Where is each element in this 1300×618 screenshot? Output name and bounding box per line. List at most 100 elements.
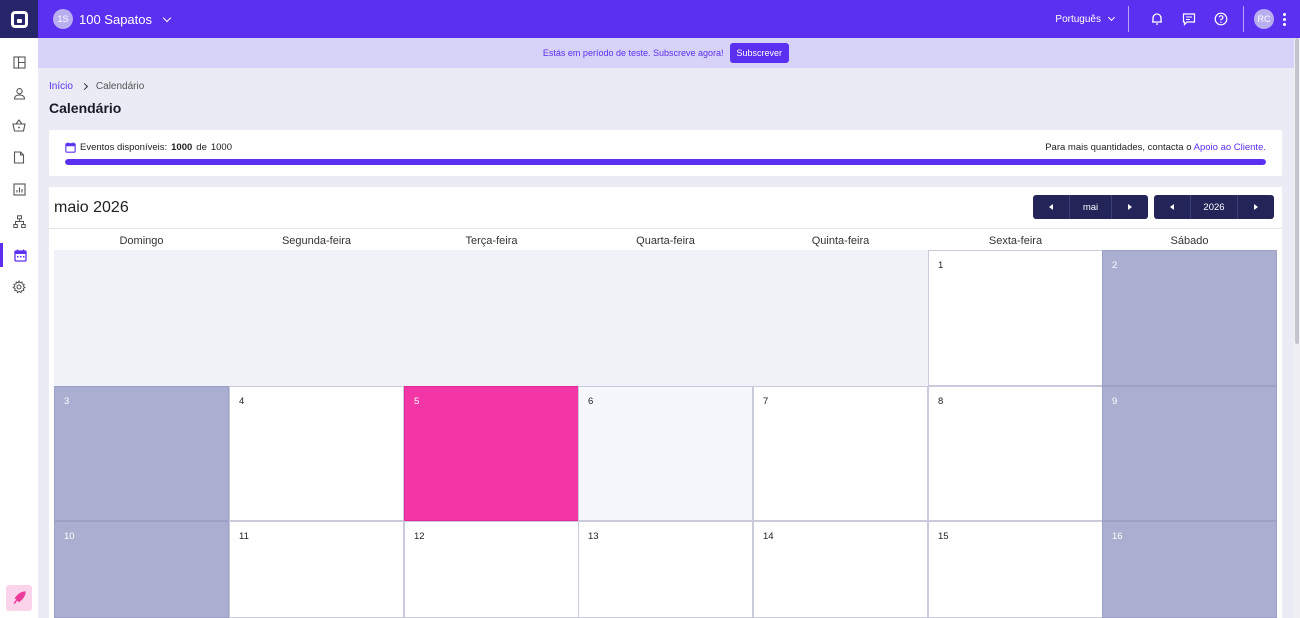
dashboard-icon: [12, 55, 26, 69]
day-number: 4: [239, 396, 245, 407]
scrollbar-thumb[interactable]: [1295, 38, 1299, 344]
store-name: 100 Sapatos: [79, 11, 153, 27]
day-number: 10: [64, 531, 75, 542]
previous-year-button[interactable]: [1154, 195, 1190, 219]
day-number: 13: [588, 531, 599, 542]
sidebar-item-settings[interactable]: [0, 275, 38, 299]
chevron-down-icon: [1107, 13, 1116, 22]
calendar-day-cell[interactable]: 13: [578, 521, 753, 618]
customer-support-link[interactable]: Apoio ao Cliente.: [1194, 142, 1266, 153]
day-number: 5: [414, 396, 420, 407]
next-year-button[interactable]: [1238, 195, 1274, 219]
events-progress-fill: [65, 159, 1266, 165]
events-label: Eventos disponíveis:: [80, 142, 168, 153]
weekday-header: Terça-feira: [465, 235, 518, 247]
calendar-day-cell[interactable]: 3: [54, 386, 229, 521]
rocket-icon[interactable]: [6, 585, 32, 611]
sidebar-item-reports[interactable]: [0, 177, 38, 201]
basket-icon: [12, 118, 26, 132]
day-number: 12: [414, 531, 425, 542]
weekday-header: Quarta-feira: [636, 235, 695, 247]
app-logo[interactable]: [0, 0, 38, 38]
weekday-header: Sábado: [1170, 235, 1209, 247]
weekday-header: Quinta-feira: [811, 235, 870, 247]
divider: [1128, 6, 1129, 32]
previous-month-button[interactable]: [1033, 195, 1069, 219]
bell-icon[interactable]: [1149, 11, 1165, 27]
events-progress-bar: [65, 159, 1266, 165]
day-number: 16: [1112, 531, 1123, 542]
breadcrumb-current: Calendário: [95, 81, 145, 92]
sidebar-item-orders[interactable]: [0, 113, 38, 137]
calendar-day-cell[interactable]: 11: [229, 521, 404, 618]
calendar-day-cell[interactable]: 6: [578, 386, 753, 521]
day-number: 7: [763, 396, 769, 407]
day-number: 6: [588, 396, 594, 407]
day-number: 11: [239, 531, 249, 542]
day-number: 2: [1112, 260, 1118, 271]
caret-right-icon: [1254, 204, 1258, 210]
help-icon[interactable]: [1213, 11, 1229, 27]
calendar-day-cell[interactable]: 1: [928, 250, 1103, 386]
calendar-day-cell[interactable]: 2: [1102, 250, 1277, 386]
calendar-day-cell[interactable]: 5: [404, 386, 579, 521]
weekday-header: Segunda-feira: [281, 235, 352, 247]
events-used: 1000: [171, 142, 193, 153]
sidebar-item-calendar[interactable]: [0, 243, 38, 267]
caret-right-icon: [1128, 204, 1132, 210]
store-avatar: 1S: [53, 9, 73, 29]
sidebar: [0, 38, 38, 618]
trial-banner-text: Estás em período de teste. Subscreve ago…: [542, 48, 724, 58]
empty-days-area: [54, 250, 928, 386]
month-value: mai: [1069, 195, 1112, 219]
breadcrumb-home-link[interactable]: Início: [49, 81, 73, 92]
sidebar-item-documents[interactable]: [0, 145, 38, 169]
day-number: 15: [938, 531, 949, 542]
weekday-header: Domingo: [119, 235, 164, 247]
gear-icon: [12, 280, 26, 294]
day-number: 1: [938, 260, 944, 271]
next-month-button[interactable]: [1112, 195, 1148, 219]
contact-text: Para mais quantidades, contacta o: [1045, 142, 1192, 153]
store-selector[interactable]: 1S 100 Sapatos: [53, 9, 172, 29]
events-total: 1000: [210, 142, 232, 153]
divider: [49, 228, 1282, 229]
calendar-card: maio 2026 mai 2026 Domingo Segunda-feira T…: [49, 187, 1282, 618]
calendar-day-cell[interactable]: 10: [54, 521, 229, 618]
month-navigator: mai: [1033, 195, 1148, 219]
calendar-day-cell[interactable]: 12: [404, 521, 579, 618]
sidebar-item-dashboard[interactable]: [0, 50, 38, 74]
chevron-down-icon: [162, 13, 172, 22]
day-number: 8: [938, 396, 944, 407]
document-icon: [13, 150, 25, 164]
sidebar-item-structure[interactable]: [0, 210, 38, 234]
day-number: 14: [763, 531, 774, 542]
calendar-icon: [65, 142, 76, 153]
divider: [1243, 6, 1244, 32]
calendar-day-cell[interactable]: 4: [229, 386, 404, 521]
caret-left-icon: [1049, 204, 1053, 210]
more-options-icon[interactable]: [1283, 12, 1286, 26]
calendar-day-cell[interactable]: 9: [1102, 386, 1277, 521]
language-label: Português: [1055, 13, 1101, 25]
user-avatar[interactable]: RC: [1254, 9, 1274, 29]
subscribe-button[interactable]: Subscrever: [729, 43, 790, 63]
calendar-day-cell[interactable]: 15: [928, 521, 1103, 618]
top-bar: 1S 100 Sapatos Português RC: [0, 0, 1300, 38]
chevron-right-icon: [80, 82, 88, 91]
calendar-day-cell[interactable]: 8: [928, 386, 1103, 521]
sidebar-item-users[interactable]: [0, 81, 38, 105]
hierarchy-icon: [12, 215, 26, 228]
message-icon[interactable]: [1181, 11, 1197, 27]
calendar-day-cell[interactable]: 16: [1102, 521, 1277, 618]
calendar-day-cell[interactable]: 14: [753, 521, 928, 618]
caret-left-icon: [1170, 204, 1174, 210]
language-selector[interactable]: Português: [1055, 13, 1116, 25]
calendar-day-cell[interactable]: 7: [753, 386, 928, 521]
year-navigator: 2026: [1154, 195, 1274, 219]
calendar-title: maio 2026: [54, 199, 129, 216]
events-usage-card: Eventos disponíveis: 1000 de 1000 Para m…: [49, 130, 1282, 176]
page-title: Calendário: [49, 100, 122, 116]
chart-icon: [12, 182, 26, 196]
scrollbar[interactable]: [1294, 38, 1300, 618]
